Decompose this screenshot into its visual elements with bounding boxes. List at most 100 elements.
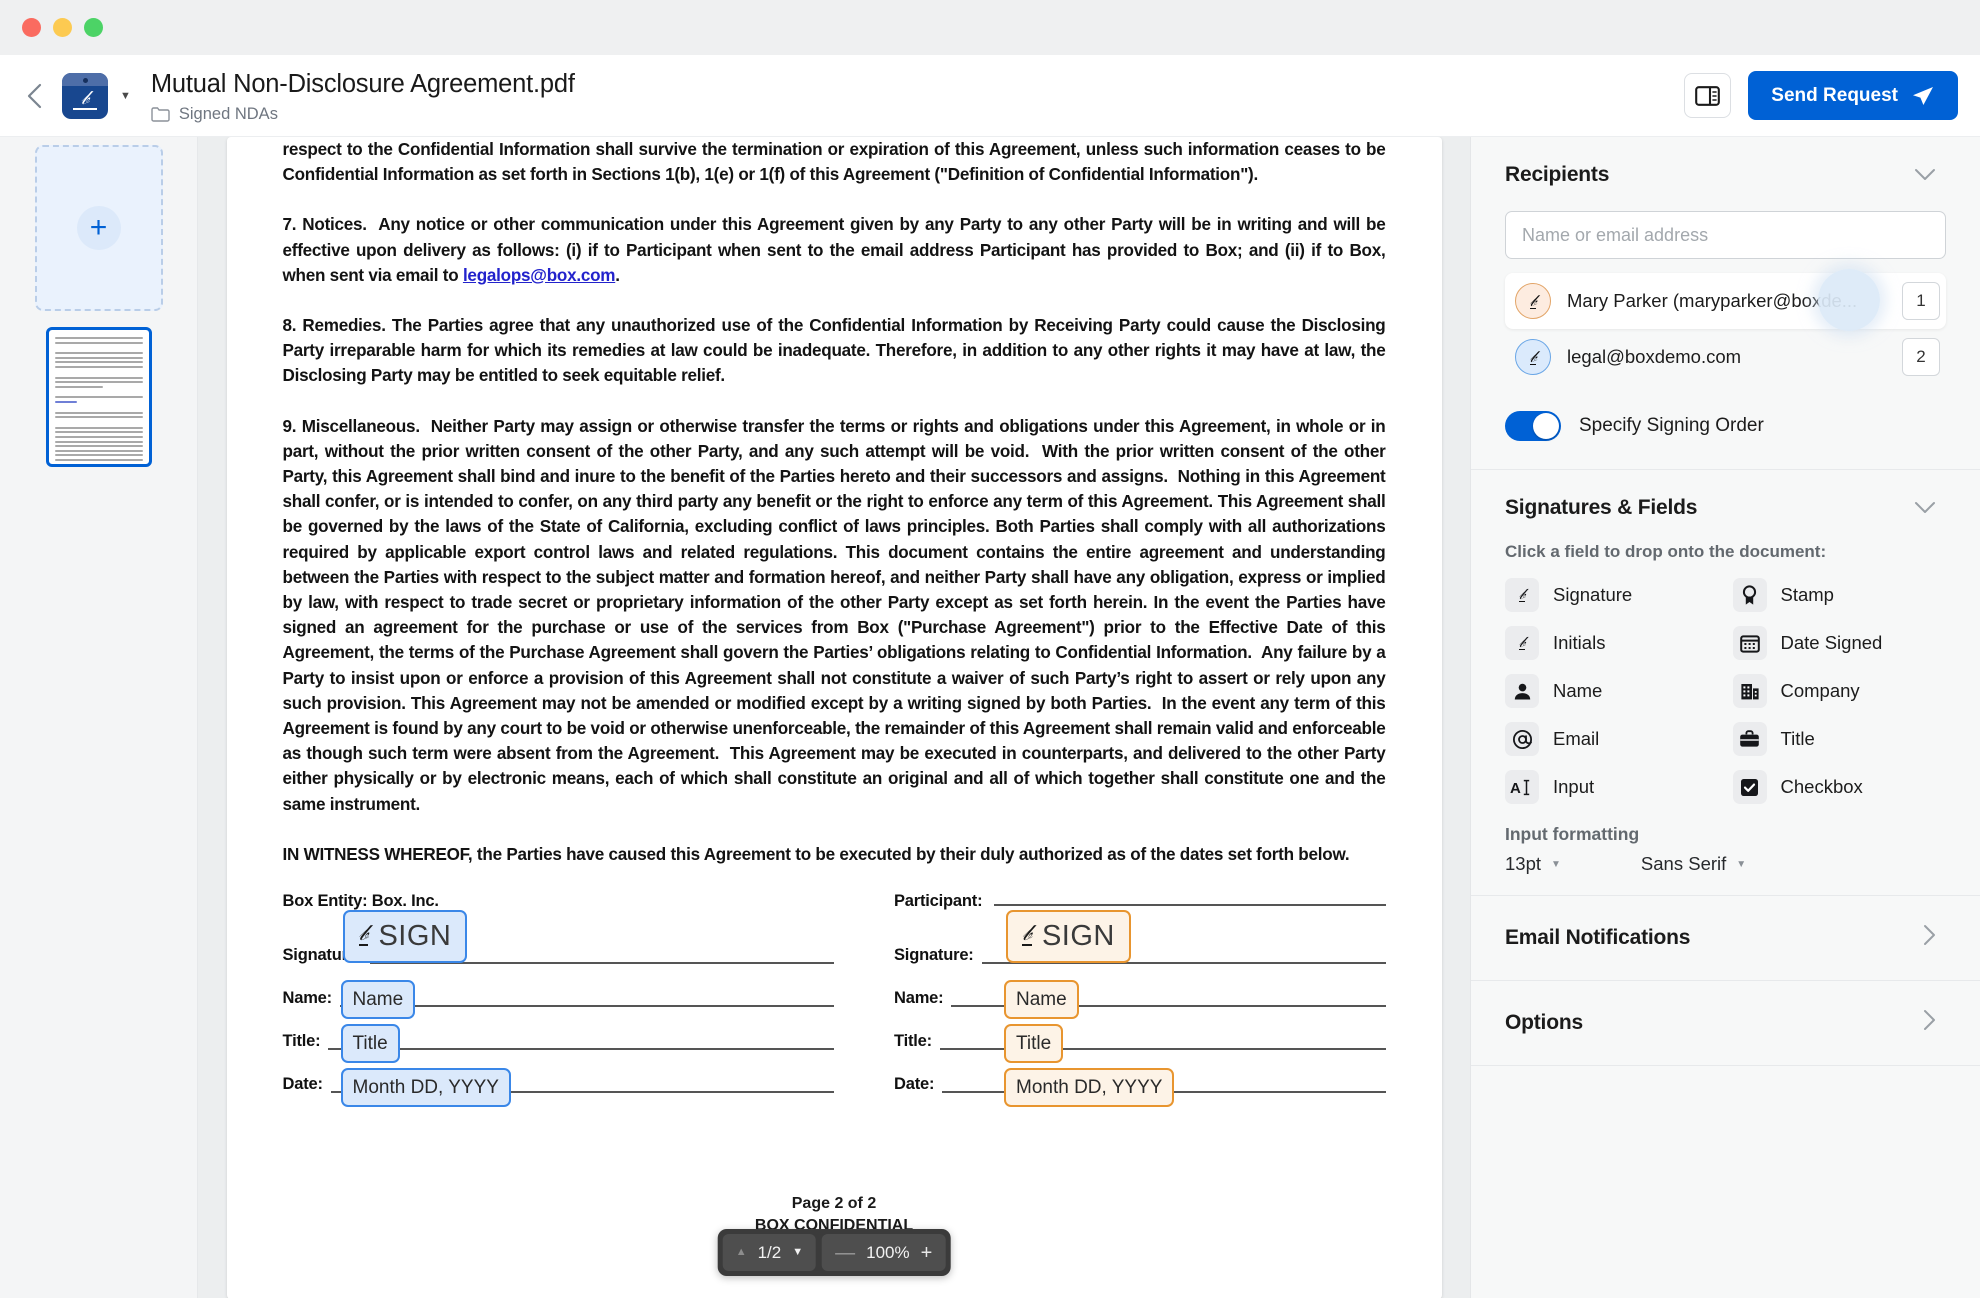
field-palette-label: Stamp (1780, 584, 1834, 605)
svg-text:A: A (1510, 780, 1521, 797)
document-paragraph-miscellaneous: 9. Miscellaneous. Neither Party may assi… (282, 416, 1386, 814)
signing-order-toggle[interactable] (1505, 411, 1561, 441)
document-canvas[interactable]: respect to the Confidential Information … (198, 137, 1470, 1298)
caret-down-icon: ▼ (1736, 858, 1747, 870)
back-button[interactable] (14, 75, 56, 117)
field-palette-input[interactable]: A Input (1505, 768, 1719, 806)
caret-down-icon[interactable]: ▼ (120, 90, 131, 102)
recipients-section-header[interactable]: Recipients (1471, 137, 1980, 207)
field-palette-stamp[interactable]: Stamp (1732, 576, 1947, 614)
window-controls (22, 18, 103, 37)
chevron-right-icon[interactable] (1923, 1009, 1936, 1037)
app-body: + respect to the Confidential Informatio… (0, 137, 1980, 1298)
triangle-down-icon[interactable]: ▼ (792, 1247, 803, 1258)
field-name-blue[interactable]: Name (340, 980, 416, 1020)
plus-icon[interactable]: + (76, 206, 121, 250)
field-palette-name[interactable]: Name (1505, 672, 1719, 710)
field-title-blue[interactable]: Title (340, 1024, 400, 1064)
document-paragraph-notices: 7. Notices. Any notice or other communic… (282, 215, 1386, 285)
chevron-right-icon[interactable] (1923, 924, 1936, 952)
checkbox-icon (1732, 770, 1767, 804)
chevron-down-icon[interactable] (1914, 165, 1936, 186)
recipient-order-input[interactable]: 2 (1902, 338, 1940, 376)
page-indicator[interactable]: 1/2 (758, 1243, 782, 1263)
page-thumbnail-1[interactable] (45, 327, 152, 467)
recipients-list: 𝒷 Mary Parker (maryparker@boxde... 1 𝒷 l… (1471, 269, 1980, 385)
field-signature-label: SIGN (1041, 920, 1115, 953)
font-size-select[interactable]: 13pt ▼ (1505, 853, 1561, 875)
document-paragraph-intro: respect to the Confidential Information … (282, 140, 1386, 185)
recipient-order-input[interactable]: 1 (1902, 282, 1940, 320)
box-sign-document-icon: 𝒷 (62, 72, 108, 119)
signature-row-label: Date: (282, 1075, 323, 1094)
breadcrumb-label: Signed NDAs (178, 104, 278, 123)
page-title: Mutual Non-Disclosure Agreement.pdf (150, 69, 575, 98)
minimize-window-button[interactable] (53, 18, 72, 37)
font-family-select[interactable]: Sans Serif ▼ (1641, 853, 1746, 875)
field-palette-checkbox[interactable]: Checkbox (1732, 768, 1947, 806)
field-signature-label: SIGN (378, 920, 452, 953)
maximize-window-button[interactable] (84, 18, 103, 37)
app-window: 𝒷 ▼ Mutual Non-Disclosure Agreement.pdf … (0, 0, 1980, 1298)
triangle-up-icon[interactable]: ▲ (736, 1247, 747, 1258)
page-zoom-toolbar: ▲ 1/2 ▼ — 100% + (717, 1229, 951, 1276)
text-input-icon: A (1505, 770, 1539, 804)
initials-icon: 𝒷 (1505, 626, 1539, 660)
field-palette-company[interactable]: Company (1732, 672, 1947, 710)
zoom-out-button[interactable]: — (835, 1243, 855, 1263)
input-formatting-controls: 13pt ▼ Sans Serif ▼ (1471, 845, 1980, 896)
recipients-title: Recipients (1505, 163, 1610, 186)
field-signature-blue[interactable]: 𝒷 SIGN (342, 910, 468, 964)
field-title-orange[interactable]: Title (1004, 1024, 1064, 1064)
recipient-search-input[interactable]: Name or email address (1505, 211, 1946, 259)
signature-avatar-peach-icon: 𝒷 (1515, 283, 1551, 319)
window-titlebar (0, 0, 1980, 55)
field-signature-orange[interactable]: 𝒷 SIGN (1006, 910, 1131, 964)
signing-order-row[interactable]: Specify Signing Order (1471, 385, 1980, 470)
close-window-button[interactable] (22, 18, 41, 37)
side-panel-toggle-button[interactable] (1684, 73, 1732, 118)
person-icon (1505, 674, 1539, 708)
signing-order-label: Specify Signing Order (1579, 415, 1764, 436)
zoom-in-button[interactable]: + (921, 1243, 933, 1263)
chevron-down-icon[interactable] (1914, 498, 1936, 519)
at-sign-icon (1505, 722, 1539, 756)
add-page-placeholder[interactable]: + (34, 145, 163, 311)
caret-down-icon: ▼ (1551, 858, 1561, 870)
field-palette-label: Checkbox (1780, 776, 1863, 797)
field-name-label: Name (1016, 988, 1067, 1010)
field-palette-email[interactable]: Email (1505, 720, 1719, 758)
breadcrumb[interactable]: Signed NDAs (151, 105, 1684, 124)
document-paragraph-witness: IN WITNESS WHEREOF, the Parties have cau… (282, 844, 1350, 864)
recipient-name: Mary Parker (maryparker@boxde... (1567, 290, 1858, 311)
input-formatting-label: Input formatting (1505, 824, 1640, 844)
font-size-value: 13pt (1505, 853, 1542, 874)
field-palette-title[interactable]: Title (1732, 720, 1947, 758)
field-date-blue[interactable]: Month DD, YYYY (340, 1068, 511, 1108)
options-section[interactable]: Options (1471, 981, 1980, 1066)
signature-row-name: Name: (894, 972, 1386, 1010)
signature-underline (328, 1048, 834, 1051)
field-palette-label: Input (1553, 776, 1595, 797)
signature-block-box-entity: Box Entity: Box. Inc. Signature: Name: T… (282, 892, 834, 1108)
send-request-button[interactable]: Send Request (1748, 71, 1958, 120)
briefcase-icon (1732, 722, 1767, 756)
field-palette-signature[interactable]: 𝒷 Signature (1505, 576, 1719, 614)
field-name-orange[interactable]: Name (1004, 980, 1079, 1020)
header-actions: Send Request (1684, 71, 1958, 120)
fields-section-header[interactable]: Signatures & Fields (1471, 470, 1980, 540)
right-panel: Recipients Name or email address 𝒷 Mary … (1470, 137, 1980, 1298)
field-palette-date-signed[interactable]: Date Signed (1732, 624, 1947, 662)
recipient-row-2[interactable]: 𝒷 legal@boxdemo.com 2 (1505, 329, 1946, 385)
legalops-email-link[interactable]: legalops@box.com (463, 266, 616, 285)
email-notifications-section[interactable]: Email Notifications (1471, 896, 1980, 981)
field-date-orange[interactable]: Month DD, YYYY (1004, 1068, 1175, 1108)
chevron-left-icon (27, 83, 42, 108)
page-thumbnail-rail: + (0, 137, 198, 1298)
field-date-label: Month DD, YYYY (1016, 1076, 1163, 1098)
field-palette-label: Title (1780, 728, 1815, 749)
field-palette-initials[interactable]: 𝒷 Initials (1505, 624, 1719, 662)
recipient-row-1[interactable]: 𝒷 Mary Parker (maryparker@boxde... 1 (1505, 269, 1946, 331)
fields-title: Signatures & Fields (1505, 496, 1698, 519)
signature-row-label: Title: (282, 1032, 321, 1051)
